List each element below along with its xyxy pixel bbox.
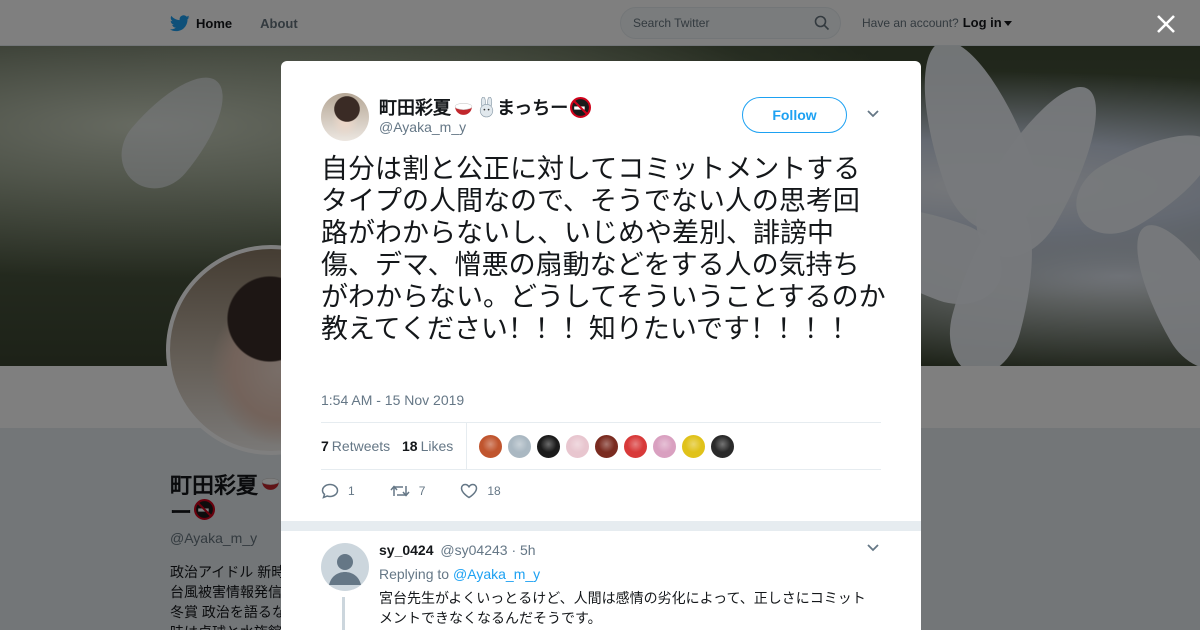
- reply-text: 宮台先生がよくいっとるけど、人間は感情の劣化によって、正しさにコミットメントでき…: [379, 591, 866, 627]
- liker-avatar[interactable]: [681, 434, 706, 459]
- no-smoking-icon: [570, 96, 592, 118]
- chevron-down-icon[interactable]: [866, 543, 880, 553]
- reply-header: sy_0424 @sy04243 · 5h: [379, 542, 536, 558]
- default-avatar-icon: [329, 554, 361, 585]
- replying-to-label: Replying to: [379, 566, 450, 582]
- section-divider: [281, 521, 921, 531]
- liker-avatar[interactable]: [536, 434, 561, 459]
- liker-avatar[interactable]: [652, 434, 677, 459]
- tweet-author-handle[interactable]: @Ayaka_m_y: [379, 119, 466, 135]
- retweets-label: Retweets: [331, 438, 391, 454]
- rabbit-icon: [479, 96, 494, 117]
- stats-separator: [466, 423, 467, 469]
- likes-count: 18: [402, 438, 418, 454]
- like-count: 18: [487, 484, 501, 498]
- liker-avatar[interactable]: [565, 434, 590, 459]
- replying-to-handle[interactable]: @Ayaka_m_y: [453, 566, 540, 582]
- retweet-icon: [390, 485, 410, 497]
- tweet-author-name[interactable]: 町田彩夏 まっちー: [379, 94, 592, 120]
- tweet-author-avatar[interactable]: [321, 93, 369, 141]
- likes-label: Likes: [420, 438, 454, 454]
- liker-avatar[interactable]: [623, 434, 648, 459]
- follow-button[interactable]: Follow: [742, 97, 847, 133]
- tweet-author-name-text: 町田彩夏: [379, 98, 451, 118]
- tweet-modal: 町田彩夏 まっちー @Ayaka_m_y Follow 自分は割と公正に対してコ…: [281, 61, 921, 630]
- likes-stat[interactable]: 18 Likes: [402, 438, 453, 454]
- replying-to: Replying to @Ayaka_m_y: [379, 566, 540, 582]
- liker-avatar[interactable]: [478, 434, 503, 459]
- tweet-author-name-suffix: まっちー: [497, 98, 569, 118]
- like-action[interactable]: 18: [460, 483, 501, 499]
- heart-icon: [461, 483, 478, 499]
- tweet-text: 自分は割と公正に対してコミットメントするタイプの人間なので、そうでない人の思考回…: [321, 154, 886, 345]
- liker-avatars: [478, 434, 739, 459]
- retweet-action[interactable]: 7: [390, 483, 426, 499]
- liker-avatar[interactable]: [507, 434, 532, 459]
- close-icon[interactable]: [1154, 12, 1178, 36]
- retweets-stat[interactable]: 7 Retweets: [321, 438, 390, 454]
- liker-avatar[interactable]: [594, 434, 619, 459]
- reply-count: 1: [348, 484, 355, 498]
- reply-action[interactable]: 1: [321, 483, 355, 499]
- rice-bowl-icon: [454, 102, 473, 115]
- reply-icon: [321, 483, 339, 499]
- thread-line: [342, 597, 345, 630]
- chevron-down-icon[interactable]: [866, 109, 880, 119]
- retweets-count: 7: [321, 438, 329, 454]
- tweet-timestamp[interactable]: 1:54 AM - 15 Nov 2019: [321, 392, 464, 408]
- liker-avatar[interactable]: [710, 434, 735, 459]
- reply-author-avatar[interactable]: [321, 543, 369, 591]
- reply-author-handle[interactable]: @sy04243: [440, 542, 507, 558]
- tweet-stats: 7 Retweets 18 Likes: [321, 422, 881, 470]
- retweet-count: 7: [418, 484, 426, 498]
- reply-author-name[interactable]: sy_0424: [379, 542, 434, 558]
- tweet-actions: 1 7 18: [321, 481, 536, 501]
- reply-time[interactable]: · 5h: [511, 542, 535, 558]
